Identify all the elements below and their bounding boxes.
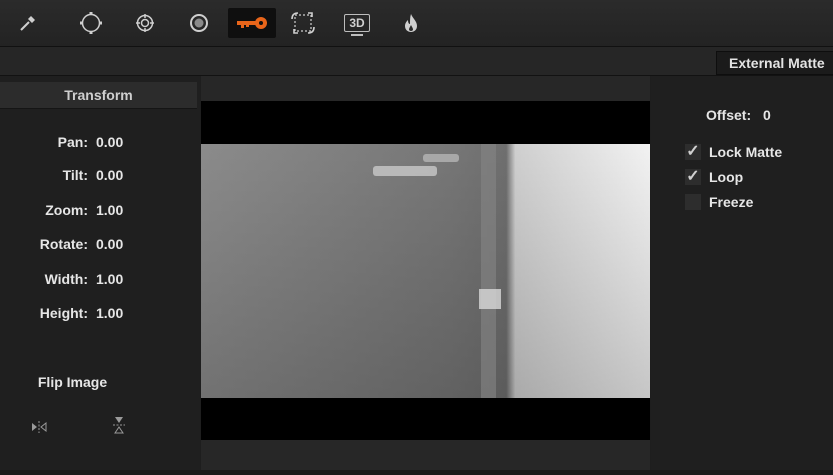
freeze-label: Freeze bbox=[709, 194, 754, 210]
tracker-tool-button[interactable] bbox=[128, 8, 162, 38]
zoom-value[interactable]: 1.00 bbox=[96, 202, 123, 218]
offset-value[interactable]: 0 bbox=[763, 107, 771, 123]
fire-icon bbox=[405, 14, 417, 32]
width-value[interactable]: 1.00 bbox=[96, 271, 123, 287]
lock-matte-label: Lock Matte bbox=[709, 144, 783, 160]
offset-control: Offset: 0 bbox=[706, 107, 771, 123]
lock-matte-checkbox[interactable]: ✓ Lock Matte bbox=[685, 144, 833, 164]
fx-tool-button[interactable] bbox=[394, 8, 428, 38]
tilt-label: Tilt: bbox=[62, 167, 88, 183]
freeze-checkbox[interactable]: Freeze bbox=[685, 194, 833, 214]
zoom-label: Zoom: bbox=[45, 202, 88, 218]
transform-header: Transform bbox=[0, 82, 197, 109]
height-value[interactable]: 1.00 bbox=[96, 305, 123, 321]
lock-matte-check-icon: ✓ bbox=[685, 143, 701, 160]
external-matte-panel: Offset: 0 ✓ Lock Matte ✓ Loop Freeze bbox=[651, 76, 833, 475]
width-param: Width: 1.00 bbox=[0, 271, 200, 291]
loop-checkbox[interactable]: ✓ Loop bbox=[685, 169, 833, 189]
3d-icon: 3D bbox=[344, 14, 370, 36]
pan-value[interactable]: 0.00 bbox=[96, 134, 123, 150]
flip-vertical-button[interactable] bbox=[108, 414, 130, 436]
3d-tool-button[interactable]: 3D bbox=[340, 8, 374, 38]
letterbox-bottom bbox=[201, 398, 650, 440]
matte-viewer[interactable] bbox=[201, 76, 650, 470]
pan-label: Pan: bbox=[57, 134, 88, 150]
circle-window-icon bbox=[80, 12, 102, 34]
eyedropper-icon bbox=[20, 16, 35, 31]
pan-param: Pan: 0.00 bbox=[0, 134, 200, 154]
tilt-param: Tilt: 0.00 bbox=[0, 167, 200, 187]
palette-toolbar: 3D bbox=[0, 0, 833, 47]
palette-subbar: External Matte bbox=[0, 47, 833, 76]
blur-tool-button[interactable] bbox=[182, 8, 216, 38]
tilt-value[interactable]: 0.00 bbox=[96, 167, 123, 183]
rotate-label: Rotate: bbox=[39, 236, 88, 252]
flip-horizontal-icon bbox=[32, 421, 47, 433]
key-tool-button[interactable] bbox=[228, 8, 276, 38]
width-label: Width: bbox=[44, 271, 88, 287]
height-label: Height: bbox=[39, 305, 88, 321]
resize-tool-button[interactable] bbox=[286, 8, 320, 38]
transform-panel: Transform Pan: 0.00 Tilt: 0.00 Zoom: 1.0… bbox=[0, 76, 200, 475]
matte-preview-image bbox=[201, 144, 650, 398]
bottom-border bbox=[0, 470, 833, 475]
flip-horizontal-button[interactable] bbox=[28, 416, 50, 438]
flip-vertical-icon bbox=[113, 417, 125, 434]
zoom-param: Zoom: 1.00 bbox=[0, 202, 200, 222]
flip-image-title: Flip Image bbox=[37, 374, 108, 390]
loop-label: Loop bbox=[709, 169, 744, 185]
window-tool-button[interactable] bbox=[74, 8, 108, 38]
offset-label: Offset: bbox=[706, 107, 752, 123]
matte-preview-graphic bbox=[201, 144, 650, 398]
height-param: Height: 1.00 bbox=[0, 305, 200, 325]
eyedropper-tool-button[interactable] bbox=[11, 8, 45, 38]
resize-icon bbox=[291, 12, 315, 34]
external-matte-tab[interactable]: External Matte bbox=[716, 51, 833, 75]
key-icon bbox=[237, 17, 267, 29]
freeze-checkbox-box bbox=[685, 194, 701, 210]
tracker-icon bbox=[136, 14, 154, 32]
rotate-param: Rotate: 0.00 bbox=[0, 236, 200, 256]
rotate-value[interactable]: 0.00 bbox=[96, 236, 123, 252]
blur-icon bbox=[190, 14, 208, 32]
letterbox-top bbox=[201, 101, 650, 144]
loop-check-icon: ✓ bbox=[685, 168, 701, 185]
